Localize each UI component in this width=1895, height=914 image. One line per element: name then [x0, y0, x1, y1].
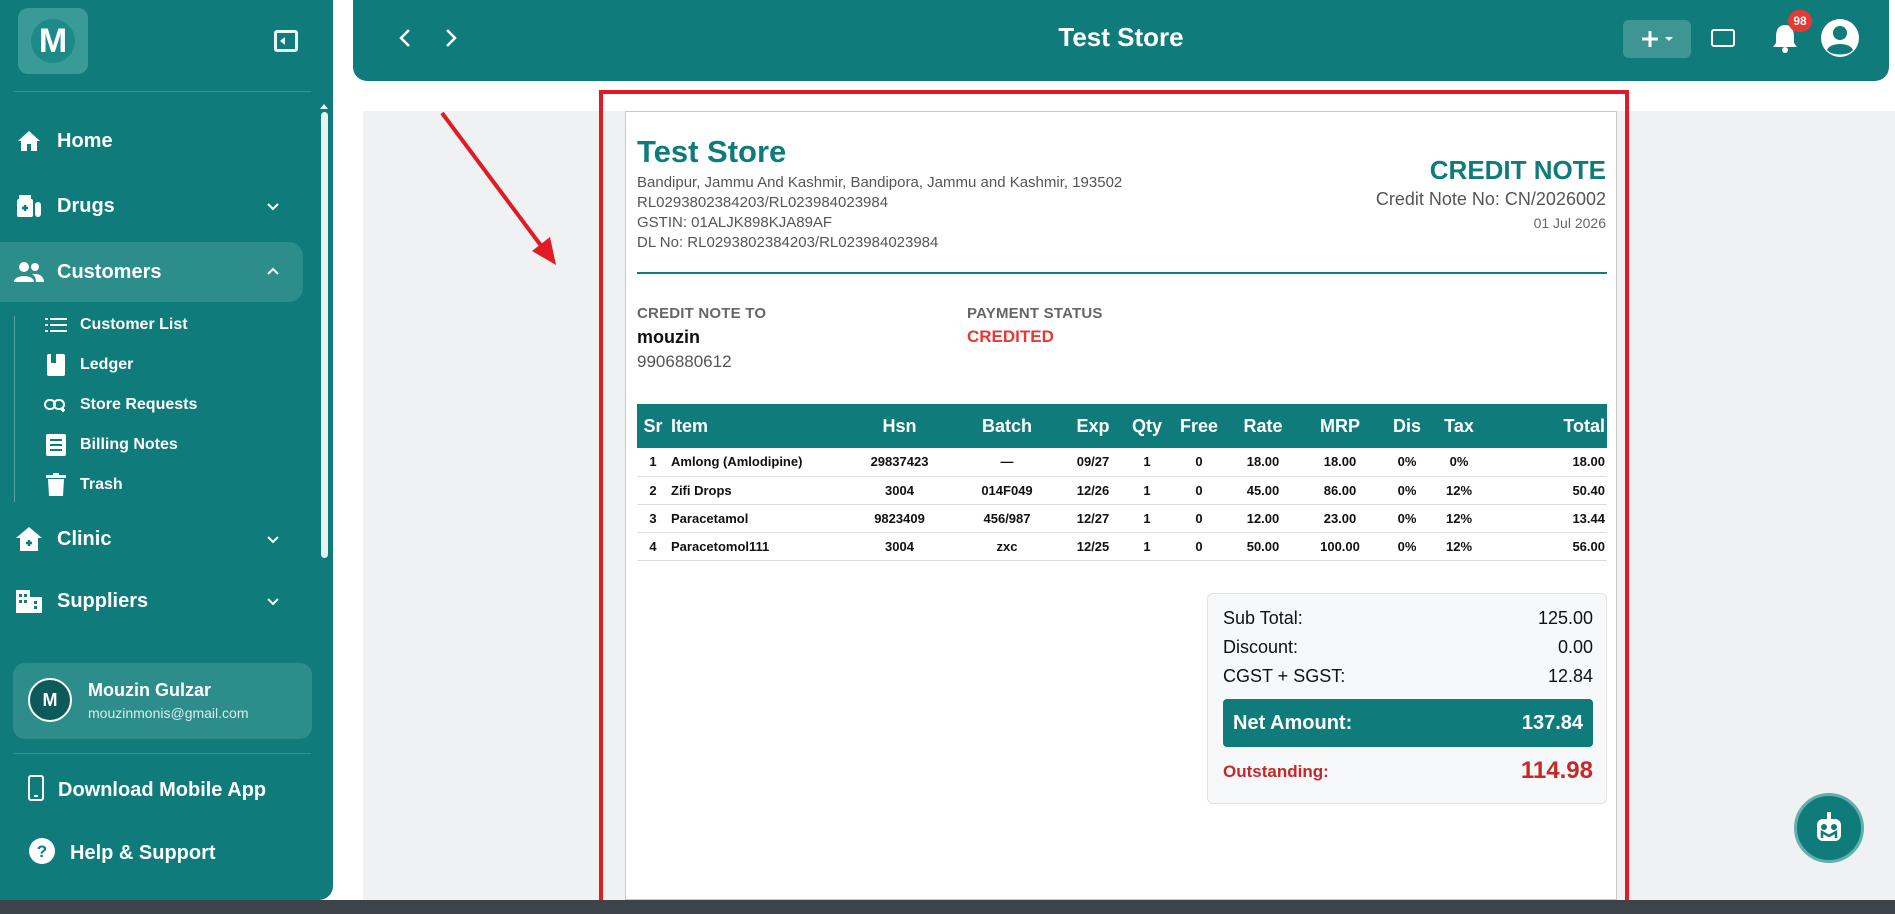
book-icon	[44, 353, 68, 377]
help-label: Help & Support	[70, 841, 216, 864]
app-logo[interactable]: M	[18, 8, 88, 74]
annotation-arrow	[440, 111, 556, 265]
logo-letter: M	[31, 19, 75, 63]
avatar: M	[28, 678, 72, 722]
download-app-link[interactable]: Download Mobile App	[28, 773, 266, 807]
trash-icon	[44, 473, 68, 497]
receipt-icon	[44, 433, 68, 457]
sidebar-item-label: Customers	[57, 260, 162, 283]
clinic-icon	[14, 525, 44, 553]
list-icon	[44, 313, 68, 337]
user-name: Mouzin Gulzar	[88, 680, 211, 700]
chevron-up-icon	[267, 267, 279, 275]
collapse-sidebar-icon[interactable]	[274, 30, 298, 52]
caret-down-icon	[1665, 37, 1673, 41]
sidebar-scrollbar[interactable]	[321, 112, 328, 558]
profile-icon[interactable]	[1820, 18, 1860, 58]
sidebar-subitem-billing-notes[interactable]: Billing Notes	[44, 430, 178, 460]
sidebar-item-clinic[interactable]: Clinic	[0, 509, 303, 569]
os-taskbar	[0, 900, 1895, 914]
sidebar-item-home[interactable]: Home	[0, 111, 303, 171]
sidebar: M Home Drugs Customers Customer List Led…	[0, 0, 333, 900]
user-email: mouzinmonis@gmail.com	[88, 705, 249, 721]
sidebar-item-label: Drugs	[57, 194, 115, 217]
subitem-label: Ledger	[80, 356, 134, 373]
chat-assistant-button[interactable]	[1794, 793, 1864, 863]
chevron-down-icon	[267, 598, 279, 606]
notification-badge: 98	[1788, 10, 1812, 32]
home-icon	[14, 127, 44, 155]
subitem-label: Customer List	[80, 316, 188, 333]
download-app-label: Download Mobile App	[58, 778, 267, 801]
sidebar-item-label: Suppliers	[57, 589, 149, 612]
sidebar-subitem-store-requests[interactable]: Store Requests	[44, 390, 197, 420]
quick-add-button[interactable]	[1623, 20, 1691, 58]
subitem-label: Billing Notes	[80, 436, 178, 453]
plus-icon	[1642, 31, 1658, 47]
people-icon	[14, 258, 44, 286]
sidebar-subitem-trash[interactable]: Trash	[44, 470, 123, 500]
building-icon	[14, 587, 44, 615]
keyboard-icon[interactable]	[1711, 29, 1735, 47]
pharmacy-icon	[14, 192, 44, 220]
sidebar-item-suppliers[interactable]: Suppliers	[0, 571, 303, 631]
user-card[interactable]: M Mouzin Gulzar mouzinmonis@gmail.com	[13, 663, 312, 739]
sidebar-item-drugs[interactable]: Drugs	[0, 176, 303, 236]
svg-text:?: ?	[37, 842, 47, 861]
sidebar-item-customers[interactable]: Customers	[0, 242, 303, 302]
sidebar-item-label: Home	[57, 129, 113, 152]
subitem-label: Trash	[80, 476, 123, 493]
chevron-down-icon	[267, 203, 279, 211]
phone-icon	[28, 774, 44, 806]
subitem-label: Store Requests	[80, 396, 198, 413]
help-icon: ?	[28, 837, 56, 870]
annotation-highlight-box	[599, 90, 1629, 904]
submenu-line	[14, 316, 15, 502]
robot-icon	[1817, 812, 1841, 841]
sidebar-item-label: Clinic	[57, 527, 112, 550]
sidebar-subitem-ledger[interactable]: Ledger	[44, 350, 133, 380]
help-support-link[interactable]: ? Help & Support	[28, 836, 216, 870]
top-bar: Test Store 98	[353, 0, 1889, 81]
divider	[14, 753, 311, 754]
chevron-down-icon	[267, 536, 279, 544]
divider	[14, 91, 311, 92]
link-icon	[44, 393, 68, 417]
scroll-up-arrow[interactable]	[320, 104, 328, 109]
sidebar-subitem-customer-list[interactable]: Customer List	[44, 310, 188, 340]
